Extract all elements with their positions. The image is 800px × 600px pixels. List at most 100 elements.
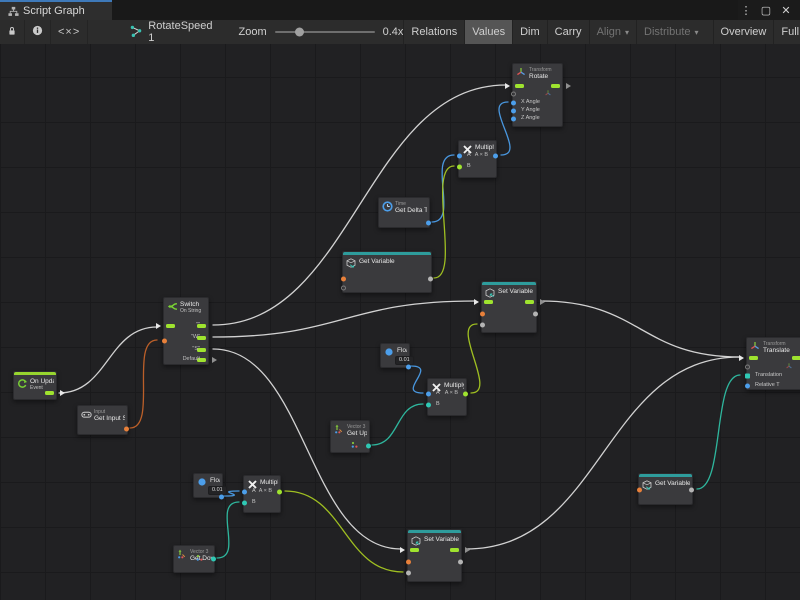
- get-variable-top-node[interactable]: Get Variable: [342, 251, 432, 293]
- wire-teal: [217, 502, 239, 558]
- flow-port[interactable]: [792, 356, 800, 360]
- get-variable-bottom-node[interactable]: Get Variable: [638, 473, 693, 505]
- on-update-node[interactable]: On UpdateEvent: [13, 371, 57, 400]
- port-label: "S": [192, 345, 200, 354]
- menu-icon[interactable]: ⋮: [738, 2, 754, 18]
- graph-canvas[interactable]: On UpdateEvent InputGet Input String Switc…: [0, 44, 800, 600]
- lime-port[interactable]: [277, 489, 282, 494]
- port-label: B: [436, 401, 440, 407]
- flow-port[interactable]: [410, 548, 419, 552]
- blue-port[interactable]: [493, 153, 498, 158]
- port-row: B: [428, 400, 466, 409]
- vector3-get-down-node[interactable]: Vector 3Get Down: [173, 545, 215, 573]
- flow-port[interactable]: [749, 356, 758, 360]
- blue-port[interactable]: [511, 108, 516, 113]
- gray-port[interactable]: [458, 559, 463, 564]
- node-title: Set Variable: [498, 288, 533, 295]
- flow-port[interactable]: [525, 300, 534, 304]
- get-input-string-node[interactable]: InputGet Input String: [77, 405, 128, 435]
- inspect-button[interactable]: [25, 20, 51, 44]
- lime-port[interactable]: [457, 164, 462, 169]
- blue-port[interactable]: [219, 494, 224, 499]
- blue-port[interactable]: [511, 100, 516, 105]
- flow-port[interactable]: [45, 391, 54, 395]
- port-label: B: [467, 163, 471, 169]
- set-variable-center-node[interactable]: Set Variable: [481, 281, 537, 333]
- ring-port[interactable]: [745, 364, 750, 369]
- blue-port[interactable]: [242, 489, 247, 494]
- flow-port[interactable]: [484, 300, 493, 304]
- port-label: B: [252, 499, 256, 505]
- blue-port[interactable]: [426, 391, 431, 396]
- orange-port[interactable]: [637, 487, 642, 492]
- values-button[interactable]: Values: [464, 20, 512, 44]
- gray-port[interactable]: [406, 570, 411, 575]
- port-row: [747, 362, 800, 371]
- distribute-dropdown[interactable]: Distribute▾: [636, 20, 705, 44]
- port-row: Relative T: [747, 381, 800, 390]
- tab-script-graph[interactable]: Script Graph: [0, 0, 112, 20]
- teal-port[interactable]: [211, 556, 216, 561]
- close-icon[interactable]: ✕: [778, 2, 794, 18]
- flow-port[interactable]: [551, 84, 560, 88]
- float-mid-node[interactable]: Float0.01: [380, 343, 410, 368]
- blue-port[interactable]: [426, 220, 431, 225]
- float-icon: [384, 347, 394, 357]
- translate-node[interactable]: TransformTranslateTranslationRelative T: [746, 337, 800, 390]
- teal-port[interactable]: [426, 402, 431, 407]
- zoom-slider-handle[interactable]: [295, 28, 304, 37]
- gray-port[interactable]: [533, 311, 538, 316]
- rotate-node[interactable]: TransformRotateX AngleY AngleZ Angle: [512, 63, 563, 127]
- zoom-slider[interactable]: [275, 31, 375, 33]
- teal-port[interactable]: [242, 500, 247, 505]
- maximize-icon[interactable]: ▢: [758, 2, 774, 18]
- float-bottom-node[interactable]: Float0.01: [193, 473, 223, 498]
- vector3-get-up-node[interactable]: Vector 3Get Up: [330, 420, 370, 453]
- gray-port[interactable]: [480, 322, 485, 327]
- ring-port[interactable]: [341, 285, 346, 290]
- chevron-down-icon: ▾: [695, 28, 699, 37]
- flow-port[interactable]: [166, 324, 175, 328]
- port-row: [408, 545, 461, 554]
- overview-button[interactable]: Overview: [713, 20, 774, 44]
- ring-port[interactable]: [511, 91, 516, 96]
- get-delta-time-node[interactable]: TimeGet Delta Time: [378, 197, 430, 228]
- zoom-value: 0.4x: [383, 26, 404, 38]
- flow-arrow-out-icon: [212, 357, 217, 363]
- lime-port[interactable]: [463, 391, 468, 396]
- blue-port[interactable]: [745, 383, 750, 388]
- toolbar: <×> RotateSpeed 1 Zoom 0.4x Relations Va…: [0, 20, 800, 45]
- blue-port[interactable]: [457, 153, 462, 158]
- orange-port[interactable]: [124, 426, 129, 431]
- vector3-port[interactable]: [745, 373, 750, 378]
- teal-port[interactable]: [366, 443, 371, 448]
- flow-port[interactable]: [450, 548, 459, 552]
- code-view-button[interactable]: <×>: [51, 20, 88, 44]
- multiply-top-node[interactable]: MultiplyAA × BB: [458, 140, 497, 178]
- chevron-down-icon: ▾: [625, 28, 629, 37]
- gray-port[interactable]: [689, 487, 694, 492]
- relations-button[interactable]: Relations: [403, 20, 464, 44]
- set-variable-bottom-node[interactable]: Set Variable: [407, 529, 462, 582]
- node-header: Get Variable: [346, 258, 429, 268]
- carry-button[interactable]: Carry: [547, 20, 589, 44]
- node-titles: Float: [397, 347, 407, 354]
- gray-port[interactable]: [428, 276, 433, 281]
- align-dropdown[interactable]: Align▾: [589, 20, 636, 44]
- dim-button[interactable]: Dim: [512, 20, 547, 44]
- info-icon: [32, 25, 43, 39]
- graph-selector[interactable]: RotateSpeed 1: [122, 20, 220, 44]
- multiply-bottom-node[interactable]: MultiplyAA × BB: [243, 475, 281, 513]
- orange-port[interactable]: [480, 311, 485, 316]
- orange-port[interactable]: [162, 338, 167, 343]
- switch-on-string-node[interactable]: SwitchOn String"""W""S"Default: [163, 297, 209, 365]
- port-row: [174, 554, 214, 563]
- blue-port[interactable]: [406, 364, 411, 369]
- lock-button[interactable]: [0, 20, 25, 44]
- multiply-mid-node[interactable]: MultiplyAA × BB: [427, 378, 467, 416]
- full-screen-button[interactable]: Full Screen: [773, 20, 800, 44]
- orange-port[interactable]: [341, 276, 346, 281]
- blue-port[interactable]: [511, 116, 516, 121]
- flow-port[interactable]: [515, 84, 524, 88]
- orange-port[interactable]: [406, 559, 411, 564]
